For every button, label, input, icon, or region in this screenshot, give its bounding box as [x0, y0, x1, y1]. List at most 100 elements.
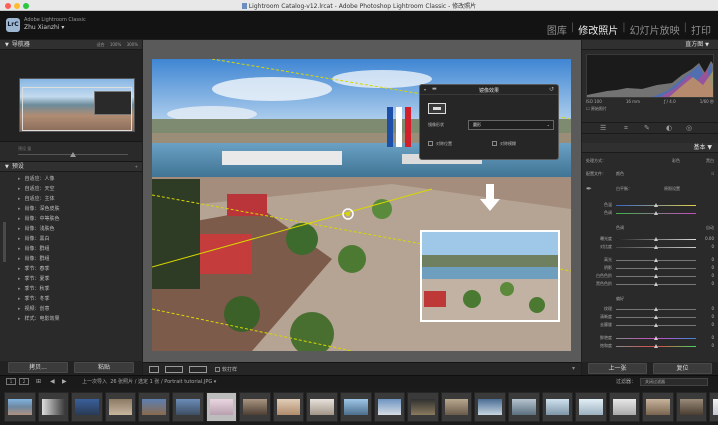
- treatment-bw-button[interactable]: 黑白: [706, 157, 714, 165]
- compare-icon[interactable]: [189, 366, 207, 373]
- texture-slider[interactable]: 纹理 0: [586, 305, 714, 313]
- navigator-view-rect[interactable]: [22, 87, 132, 131]
- treatment-color-button[interactable]: 彩色: [672, 157, 680, 165]
- slider-thumb[interactable]: [654, 203, 658, 207]
- symmetric-position-checkbox[interactable]: 对称位置: [428, 141, 452, 147]
- preset-folder[interactable]: 肖像：黑白: [18, 234, 142, 244]
- module-slideshow[interactable]: 幻灯片放映: [627, 22, 683, 37]
- slider-thumb[interactable]: [654, 307, 658, 311]
- grid-view-icon[interactable]: ⊞: [36, 378, 41, 385]
- basic-header[interactable]: 基本 ▼: [582, 143, 718, 153]
- film-thumbnail[interactable]: [339, 392, 372, 422]
- window-1-button[interactable]: 1: [6, 378, 16, 385]
- mirror-shape-preview[interactable]: [428, 103, 446, 114]
- slider-thumb[interactable]: [654, 245, 658, 249]
- film-thumbnail[interactable]: [675, 392, 708, 422]
- forward-arrow-icon[interactable]: ▶: [62, 378, 67, 385]
- redeye-icon[interactable]: ◎: [686, 124, 692, 132]
- profile-browser-icon[interactable]: ⠿: [711, 170, 714, 178]
- before-after-icon[interactable]: [165, 366, 183, 373]
- film-thumbnail[interactable]: [138, 392, 170, 422]
- film-thumbnail-selected[interactable]: [205, 392, 238, 422]
- slider-thumb[interactable]: [654, 211, 658, 215]
- add-preset-icon[interactable]: +: [135, 162, 138, 172]
- reset-button[interactable]: 复位: [653, 363, 712, 374]
- saturation-slider[interactable]: 饱和度 0: [586, 342, 714, 350]
- temp-slider[interactable]: 色温: [586, 201, 714, 209]
- presets-header[interactable]: ▼ 预设 +: [0, 162, 142, 172]
- highlights-slider[interactable]: 高光 0: [586, 256, 714, 264]
- film-thumbnail[interactable]: [709, 392, 718, 422]
- film-thumbnail[interactable]: [171, 392, 204, 422]
- preset-folder[interactable]: 自适应：天空: [18, 184, 142, 194]
- source-info[interactable]: 上一次导入 26 张照片 / 选定 1 张 / Portrait tutoria…: [82, 378, 216, 385]
- preset-folder[interactable]: 肖像：中等肤色: [18, 214, 142, 224]
- module-print[interactable]: 打印: [688, 22, 714, 37]
- histogram[interactable]: [586, 54, 714, 98]
- soft-proof-toggle[interactable]: 软打样: [215, 366, 237, 373]
- loupe-view-icon[interactable]: [149, 366, 159, 373]
- masking-icon[interactable]: ◐: [666, 124, 672, 132]
- film-thumbnail[interactable]: [608, 392, 641, 422]
- film-thumbnail[interactable]: [4, 392, 36, 422]
- slider-thumb[interactable]: [654, 344, 658, 348]
- auto-tone-button[interactable]: 自动: [706, 224, 714, 232]
- vibrance-slider[interactable]: 鲜艳度 0: [586, 334, 714, 342]
- slider-thumb[interactable]: [654, 258, 658, 262]
- preset-folder[interactable]: 季节：夏季: [18, 274, 142, 284]
- film-thumbnail[interactable]: [575, 392, 607, 422]
- slider-thumb[interactable]: [654, 315, 658, 319]
- navigator-header[interactable]: ▼ 导航器 适合 100% 300%: [0, 40, 142, 50]
- previous-button[interactable]: 上一张: [588, 363, 647, 374]
- edit-sliders-icon[interactable]: ☰: [600, 124, 606, 132]
- film-thumbnail[interactable]: [440, 392, 473, 422]
- wb-eyedropper-icon[interactable]: ✒: [586, 185, 592, 193]
- mirror-shape-select[interactable]: 圆形 ⌄: [468, 120, 554, 130]
- film-thumbnail[interactable]: [239, 392, 271, 422]
- paste-settings-button[interactable]: 粘贴: [74, 362, 134, 373]
- zoom-300[interactable]: 300%: [127, 42, 138, 47]
- popup-reset-icon[interactable]: ↺: [549, 86, 554, 93]
- tint-slider[interactable]: 色调: [586, 209, 714, 217]
- module-develop[interactable]: 修改照片: [575, 22, 621, 37]
- film-thumbnail[interactable]: [541, 392, 574, 422]
- blacks-slider[interactable]: 黑色色阶 0: [586, 280, 714, 288]
- preset-folder[interactable]: 样式：电影效果: [18, 314, 142, 324]
- crop-icon[interactable]: ⌗: [624, 124, 628, 133]
- contrast-slider[interactable]: 对比度 0: [586, 243, 714, 251]
- film-thumbnail[interactable]: [642, 392, 674, 422]
- user-name[interactable]: Zhu Xianzhi ▾: [24, 24, 64, 31]
- preset-folder[interactable]: 肖像：群组: [18, 254, 142, 264]
- film-thumbnail[interactable]: [507, 392, 540, 422]
- film-thumbnail[interactable]: [71, 392, 103, 422]
- film-thumbnail[interactable]: [407, 392, 439, 422]
- module-library[interactable]: 图库: [544, 22, 570, 37]
- preset-folder[interactable]: 季节：秋季: [18, 284, 142, 294]
- slider-thumb[interactable]: [654, 237, 658, 241]
- window-2-button[interactable]: 2: [19, 378, 29, 385]
- shadows-slider[interactable]: 阴影 0: [586, 264, 714, 272]
- filter-select[interactable]: 关闭过滤器: [640, 378, 708, 386]
- left-panel-scrollbar[interactable]: [3, 222, 6, 262]
- preset-folder[interactable]: 肖像：群组: [18, 244, 142, 254]
- preset-amount-knob[interactable]: [70, 152, 76, 157]
- preset-folder[interactable]: 自适应：主体: [18, 194, 142, 204]
- preset-folder[interactable]: 肖像：浅肤色: [18, 224, 142, 234]
- film-thumbnail[interactable]: [104, 392, 137, 422]
- histogram-header[interactable]: 直方图 ▼: [582, 40, 718, 50]
- slider-thumb[interactable]: [654, 274, 658, 278]
- copy-settings-button[interactable]: 拷贝...: [8, 362, 68, 373]
- preset-folder[interactable]: 季节：冬季: [18, 294, 142, 304]
- clarity-slider[interactable]: 清晰度 0: [586, 313, 714, 321]
- exposure-slider[interactable]: 曝光度 0.00: [586, 235, 714, 243]
- navigator-thumbnail[interactable]: [19, 78, 135, 132]
- film-thumbnail[interactable]: [373, 392, 406, 422]
- symmetric-blur-checkbox[interactable]: 对称模糊: [492, 141, 516, 147]
- preset-folder[interactable]: 季节：春季: [18, 264, 142, 274]
- slider-thumb[interactable]: [654, 282, 658, 286]
- back-arrow-icon[interactable]: ◀: [50, 378, 55, 385]
- whites-slider[interactable]: 白色色阶 0: [586, 272, 714, 280]
- wb-select[interactable]: 原照设置: [664, 185, 680, 193]
- preset-folder[interactable]: 视频：创意: [18, 304, 142, 314]
- film-thumbnail[interactable]: [272, 392, 305, 422]
